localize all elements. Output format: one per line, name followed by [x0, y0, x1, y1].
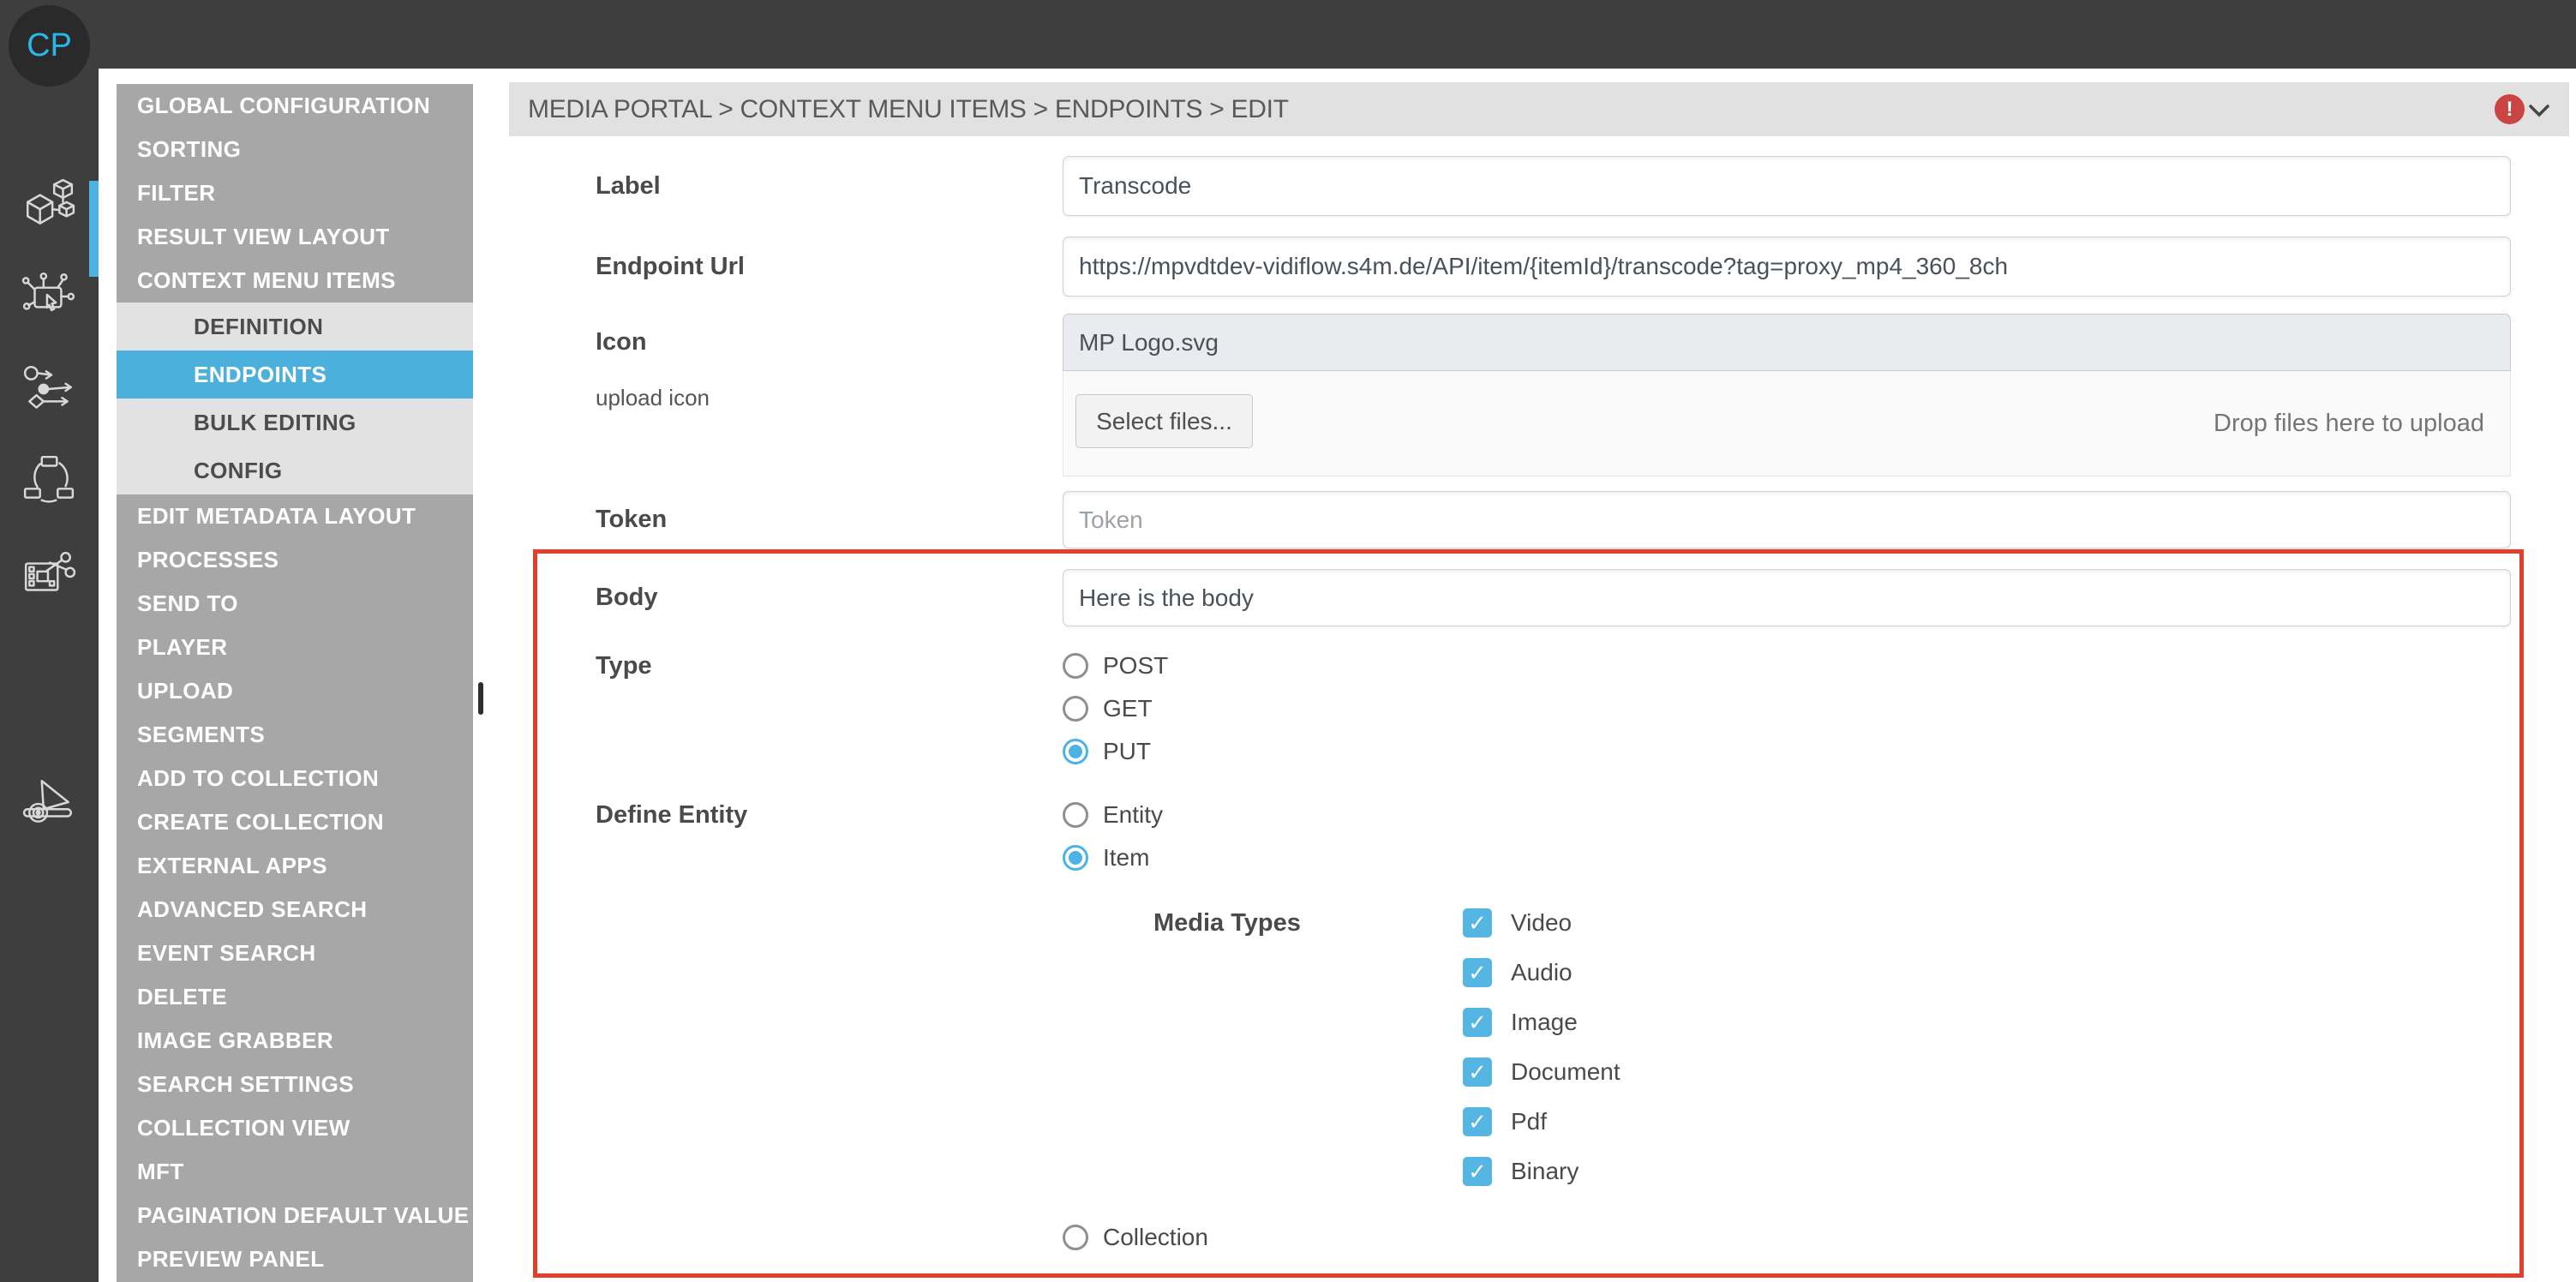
menu-item-definition[interactable]: DEFINITION [117, 303, 473, 350]
radio-option-item[interactable]: Item [1063, 836, 1163, 879]
menu-item-global-configuration[interactable]: GLOBAL CONFIGURATION [117, 84, 473, 128]
endpoint-url-input[interactable] [1063, 237, 2511, 297]
logo-text: CP [27, 27, 72, 64]
menu-item-add-to-collection[interactable]: ADD TO COLLECTION [117, 757, 473, 800]
token-field-label: Token [509, 491, 1063, 548]
menu-item-advanced-search[interactable]: ADVANCED SEARCH [117, 888, 473, 932]
define-entity-label: Define Entity [509, 794, 1063, 879]
icon-upload-group: MP Logo.svg Select files... Drop files h… [1063, 314, 2511, 476]
checkbox-audio[interactable] [1463, 958, 1492, 987]
menu-item-image-grabber[interactable]: IMAGE GRABBER [117, 1019, 473, 1063]
menu-item-mft[interactable]: MFT [117, 1150, 473, 1194]
icon-field-sublabel: upload icon [596, 385, 1063, 411]
video-edit-icon[interactable] [21, 548, 77, 604]
icon-row: Icon upload icon MP Logo.svg Select file… [509, 314, 2525, 476]
menu-item-create-collection[interactable]: CREATE COLLECTION [117, 800, 473, 844]
media-types-label: Media Types [1153, 898, 1301, 948]
menu-item-delete[interactable]: DELETE [117, 975, 473, 1019]
checkbox-binary[interactable] [1463, 1157, 1492, 1186]
menu-item-preview-panel[interactable]: PREVIEW PANEL [117, 1237, 473, 1281]
top-bar [0, 0, 2576, 69]
collections-icon[interactable] [21, 452, 77, 508]
menu-scrollbar-thumb[interactable] [478, 682, 483, 715]
radio-item[interactable] [1063, 845, 1088, 871]
menu-item-config[interactable]: CONFIG [117, 446, 473, 494]
type-row: Type POST GET PUT [509, 644, 2525, 773]
media-portal-admin: CP PROD INT TRANS DEV Hi, admin ! Sign O… [0, 0, 2576, 1282]
body-input[interactable] [1063, 569, 2511, 626]
type-radio-group: POST GET PUT [1063, 644, 1168, 773]
file-drop-zone[interactable]: Select files... Drop files here to uploa… [1063, 371, 2511, 476]
radio-option-entity[interactable]: Entity [1063, 794, 1163, 836]
label-field-label: Label [509, 156, 1063, 216]
menu-item-filter[interactable]: FILTER [117, 171, 473, 215]
body-field-label: Body [509, 569, 1063, 626]
modules-icon[interactable] [21, 177, 77, 234]
checkbox-option-binary[interactable]: Binary [1463, 1147, 1620, 1196]
app-logo[interactable]: CP [9, 5, 90, 87]
drop-files-hint: Drop files here to upload [2214, 371, 2484, 476]
error-badge[interactable]: ! [2495, 94, 2525, 124]
radio-option-put[interactable]: PUT [1063, 730, 1168, 773]
menu-item-edit-metadata-layout[interactable]: EDIT METADATA LAYOUT [117, 494, 473, 538]
menu-item-processes[interactable]: PROCESSES [117, 538, 473, 582]
player-icon[interactable] [21, 774, 77, 830]
media-types-checkbox-group: Video Audio Image Document Pdf Binary [1463, 898, 1620, 1196]
checkbox-pdf[interactable] [1463, 1107, 1492, 1136]
menu-item-send-to[interactable]: SEND TO [117, 582, 473, 626]
label-input[interactable] [1063, 156, 2511, 216]
define-entity-radio-group: Entity Item [1063, 794, 1163, 879]
chevron-down-icon[interactable] [2528, 103, 2550, 118]
checkbox-option-video[interactable]: Video [1463, 898, 1620, 948]
menu-item-external-apps[interactable]: EXTERNAL APPS [117, 844, 473, 888]
checkbox-option-audio[interactable]: Audio [1463, 948, 1620, 997]
token-row: Token [509, 491, 2525, 548]
label-row: Label [509, 156, 2525, 216]
checkbox-image[interactable] [1463, 1008, 1492, 1037]
rail-active-indicator [89, 181, 99, 277]
context-menu-icon[interactable] [21, 268, 77, 325]
menu-item-search-settings[interactable]: SEARCH SETTINGS [117, 1063, 473, 1106]
endpoint-url-label: Endpoint Url [509, 237, 1063, 297]
menu-item-player[interactable]: PLAYER [117, 626, 473, 669]
icon-rail [0, 69, 99, 1282]
checkbox-document[interactable] [1463, 1057, 1492, 1087]
checkbox-video[interactable] [1463, 908, 1492, 938]
endpoint-url-row: Endpoint Url [509, 237, 2525, 297]
icon-field-label: Icon [596, 314, 1063, 371]
radio-post[interactable] [1063, 653, 1088, 679]
radio-get[interactable] [1063, 696, 1088, 722]
menu-item-upload[interactable]: UPLOAD [117, 669, 473, 713]
menu-item-event-search[interactable]: EVENT SEARCH [117, 932, 473, 975]
menu-item-endpoints[interactable]: ENDPOINTS [117, 350, 473, 398]
checkbox-option-image[interactable]: Image [1463, 997, 1620, 1047]
checkbox-option-pdf[interactable]: Pdf [1463, 1097, 1620, 1147]
icon-field-labels: Icon upload icon [509, 314, 1063, 476]
breadcrumb: MEDIA PORTAL > CONTEXT MENU ITEMS > ENDP… [528, 82, 1289, 136]
menu-item-bulk-editing[interactable]: BULK EDITING [117, 398, 473, 446]
select-files-button[interactable]: Select files... [1075, 394, 1253, 448]
menu-item-collection-view[interactable]: COLLECTION VIEW [117, 1106, 473, 1150]
body-row: Body [509, 569, 2525, 626]
menu-item-segments[interactable]: SEGMENTS [117, 713, 473, 757]
menu-item-context-menu-items[interactable]: CONTEXT MENU ITEMS [117, 259, 473, 303]
workflow-icon[interactable] [21, 362, 77, 418]
type-group-label: Type [509, 644, 1063, 773]
radio-put[interactable] [1063, 739, 1088, 764]
radio-option-collection[interactable]: Collection [1063, 1216, 1208, 1259]
menu-item-sorting[interactable]: SORTING [117, 128, 473, 171]
token-input[interactable] [1063, 491, 2511, 548]
radio-option-post[interactable]: POST [1063, 644, 1168, 687]
radio-entity[interactable] [1063, 802, 1088, 828]
radio-collection[interactable] [1063, 1225, 1088, 1250]
menu-item-pagination-default-value[interactable]: PAGINATION DEFAULT VALUE [117, 1194, 473, 1237]
radio-option-get[interactable]: GET [1063, 687, 1168, 730]
breadcrumb-bar: MEDIA PORTAL > CONTEXT MENU ITEMS > ENDP… [509, 82, 2569, 136]
checkbox-option-document[interactable]: Document [1463, 1047, 1620, 1097]
settings-menu: GLOBAL CONFIGURATION SORTING FILTER RESU… [117, 84, 473, 1282]
icon-filename-field: MP Logo.svg [1063, 314, 2511, 371]
menu-item-result-view-layout[interactable]: RESULT VIEW LAYOUT [117, 215, 473, 259]
define-entity-row: Define Entity Entity Item [509, 794, 2525, 879]
